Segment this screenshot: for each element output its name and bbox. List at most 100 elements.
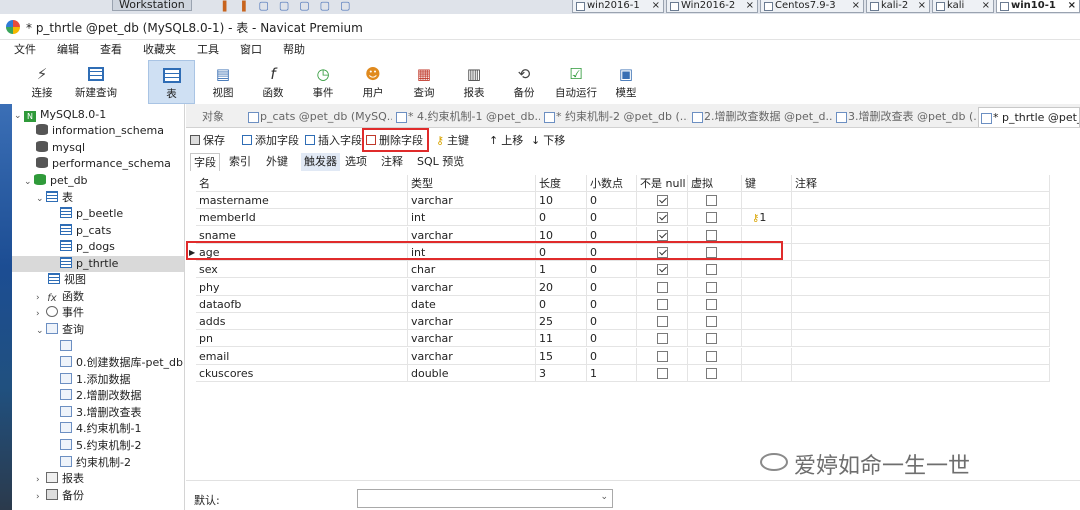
table-row[interactable]: email varchar 15 0 [186, 347, 1050, 365]
cell-key[interactable] [742, 365, 792, 382]
cell-comment[interactable] [792, 192, 1050, 209]
cell-comment[interactable] [792, 330, 1050, 348]
cell-name[interactable]: dataofb [196, 295, 408, 313]
vm-tab-win2016-2[interactable]: Win2016-2 × [666, 0, 758, 13]
col-name[interactable]: 名 [196, 175, 408, 192]
cell-name[interactable]: ckuscores [196, 365, 408, 382]
subtab-indexes[interactable]: 索引 [226, 153, 254, 171]
tree-query-add-data[interactable]: 1.添加数据 [60, 372, 131, 388]
cell-key[interactable] [742, 347, 792, 365]
cell-type[interactable]: varchar [408, 313, 536, 331]
cell-type[interactable]: varchar [408, 330, 536, 348]
cell-not-null[interactable] [637, 192, 688, 209]
expand-arrow-icon[interactable]: › [36, 290, 46, 306]
cell-comment[interactable] [792, 226, 1050, 244]
cell-key[interactable] [742, 261, 792, 279]
cell-virtual[interactable] [688, 365, 742, 382]
subtab-fields[interactable]: 字段 [190, 153, 220, 171]
cell-not-null[interactable] [637, 295, 688, 313]
menu-tools[interactable]: 工具 [197, 41, 219, 59]
menu-view[interactable]: 查看 [100, 41, 122, 59]
table-row[interactable]: phy varchar 20 0 [186, 278, 1050, 296]
col-key[interactable]: 键 [742, 175, 792, 192]
cell-virtual[interactable] [688, 330, 742, 348]
menu-window[interactable]: 窗口 [240, 41, 262, 59]
cell-length[interactable]: 11 [536, 330, 587, 348]
tree-group-queries[interactable]: ⌄ 查询 [36, 322, 84, 338]
tree-table-p-thrtle[interactable]: p_thrtle [12, 256, 184, 272]
tab-constraint-1[interactable]: * 4.约束机制-1 @pet_db... [394, 107, 540, 127]
cell-name[interactable]: memberId [196, 209, 408, 227]
cell-not-null[interactable] [637, 365, 688, 382]
checkbox[interactable] [706, 298, 717, 310]
tree-query-create-db[interactable]: 0.创建数据库-pet_db [60, 355, 183, 371]
cell-length[interactable]: 1 [536, 261, 587, 279]
vm-tab-centos[interactable]: Centos7.9-3 × [760, 0, 864, 13]
cell-virtual[interactable] [688, 295, 742, 313]
subtab-options[interactable]: 选项 [342, 153, 370, 171]
cell-decimals[interactable]: 0 [587, 330, 637, 348]
vmware-workstation-menu[interactable]: Workstation [112, 0, 192, 11]
tab-constraint-2[interactable]: * 约束机制-2 @pet_db (... [542, 107, 688, 127]
cell-comment[interactable] [792, 365, 1050, 382]
cell-name[interactable]: phy [196, 278, 408, 296]
cell-decimals[interactable]: 0 [587, 261, 637, 279]
tree-group-backups[interactable]: › 备份 [36, 488, 84, 504]
col-length[interactable]: 长度 [536, 175, 587, 192]
checkbox[interactable] [657, 281, 668, 293]
new-query-button[interactable]: 新建查询 [70, 60, 122, 104]
cell-decimals[interactable]: 0 [587, 347, 637, 365]
cell-length[interactable]: 0 [536, 209, 587, 227]
tab-crud-data[interactable]: 2.增删改查数据 @pet_d... [690, 107, 832, 127]
expand-arrow-icon[interactable]: › [36, 306, 46, 322]
vm-tab-win2016-1[interactable]: win2016-1 × [572, 0, 664, 13]
cell-name[interactable]: adds [196, 313, 408, 331]
tree-db-information-schema[interactable]: information_schema [36, 123, 164, 139]
save-button[interactable]: 保存 [190, 132, 225, 150]
checkbox[interactable] [657, 333, 668, 345]
tree-group-reports[interactable]: › 报表 [36, 471, 84, 487]
collapse-arrow-icon[interactable]: ⌄ [36, 323, 46, 339]
tab-p-thrtle[interactable]: * p_thrtle @pet_db [978, 107, 1080, 127]
vm-tab-kali[interactable]: kali × [932, 0, 994, 13]
checkbox[interactable] [706, 333, 717, 345]
collapse-arrow-icon[interactable]: ⌄ [36, 191, 46, 207]
cell-key[interactable]: ⚷1 [742, 209, 792, 227]
checkbox[interactable] [706, 195, 717, 206]
cell-type[interactable]: varchar [408, 278, 536, 296]
table-row[interactable]: mastername varchar 10 0 [186, 192, 1050, 209]
cell-length[interactable]: 20 [536, 278, 587, 296]
tree-group-tables[interactable]: ⌄ 表 [36, 190, 73, 206]
cell-key[interactable] [742, 295, 792, 313]
default-value-select[interactable]: ⌄ [357, 489, 613, 508]
checkbox[interactable] [657, 264, 668, 276]
tree-connection[interactable]: ⌄ N MySQL8.0-1 [14, 107, 106, 123]
subtab-foreign-keys[interactable]: 外键 [263, 153, 291, 171]
menu-favorites[interactable]: 收藏夹 [143, 41, 176, 59]
views-button[interactable]: ▤ 视图 [203, 60, 243, 104]
table-row[interactable]: adds varchar 25 0 [186, 313, 1050, 331]
cell-not-null[interactable] [637, 347, 688, 365]
col-comment[interactable]: 注释 [792, 175, 1050, 192]
checkbox[interactable] [657, 368, 668, 379]
checkbox[interactable] [706, 281, 717, 293]
cell-key[interactable] [742, 278, 792, 296]
table-row[interactable]: sex char 1 0 [186, 261, 1050, 279]
events-button[interactable]: ◷ 事件 [303, 60, 343, 104]
cell-comment[interactable] [792, 261, 1050, 279]
users-button[interactable]: ☻ 用户 [353, 60, 393, 104]
tree-table-p-cats[interactable]: p_cats [60, 223, 111, 239]
table-row[interactable]: ckuscores double 3 1 [186, 365, 1050, 382]
col-virtual[interactable]: 虚拟 [688, 175, 742, 192]
cell-type[interactable]: varchar [408, 347, 536, 365]
checkbox[interactable] [706, 212, 717, 224]
cell-decimals[interactable]: 0 [587, 313, 637, 331]
cell-name[interactable]: pn [196, 330, 408, 348]
tab-objects[interactable]: 对象 [186, 107, 246, 127]
cell-comment[interactable] [792, 278, 1050, 296]
table-row[interactable]: pn varchar 11 0 [186, 330, 1050, 348]
tree-query-crud-data[interactable]: 2.增删改数据 [60, 388, 142, 404]
cell-length[interactable]: 0 [536, 295, 587, 313]
tree-query-crud-table[interactable]: 3.增删改查表 [60, 405, 142, 421]
model-button[interactable]: ▣ 模型 [608, 60, 644, 104]
